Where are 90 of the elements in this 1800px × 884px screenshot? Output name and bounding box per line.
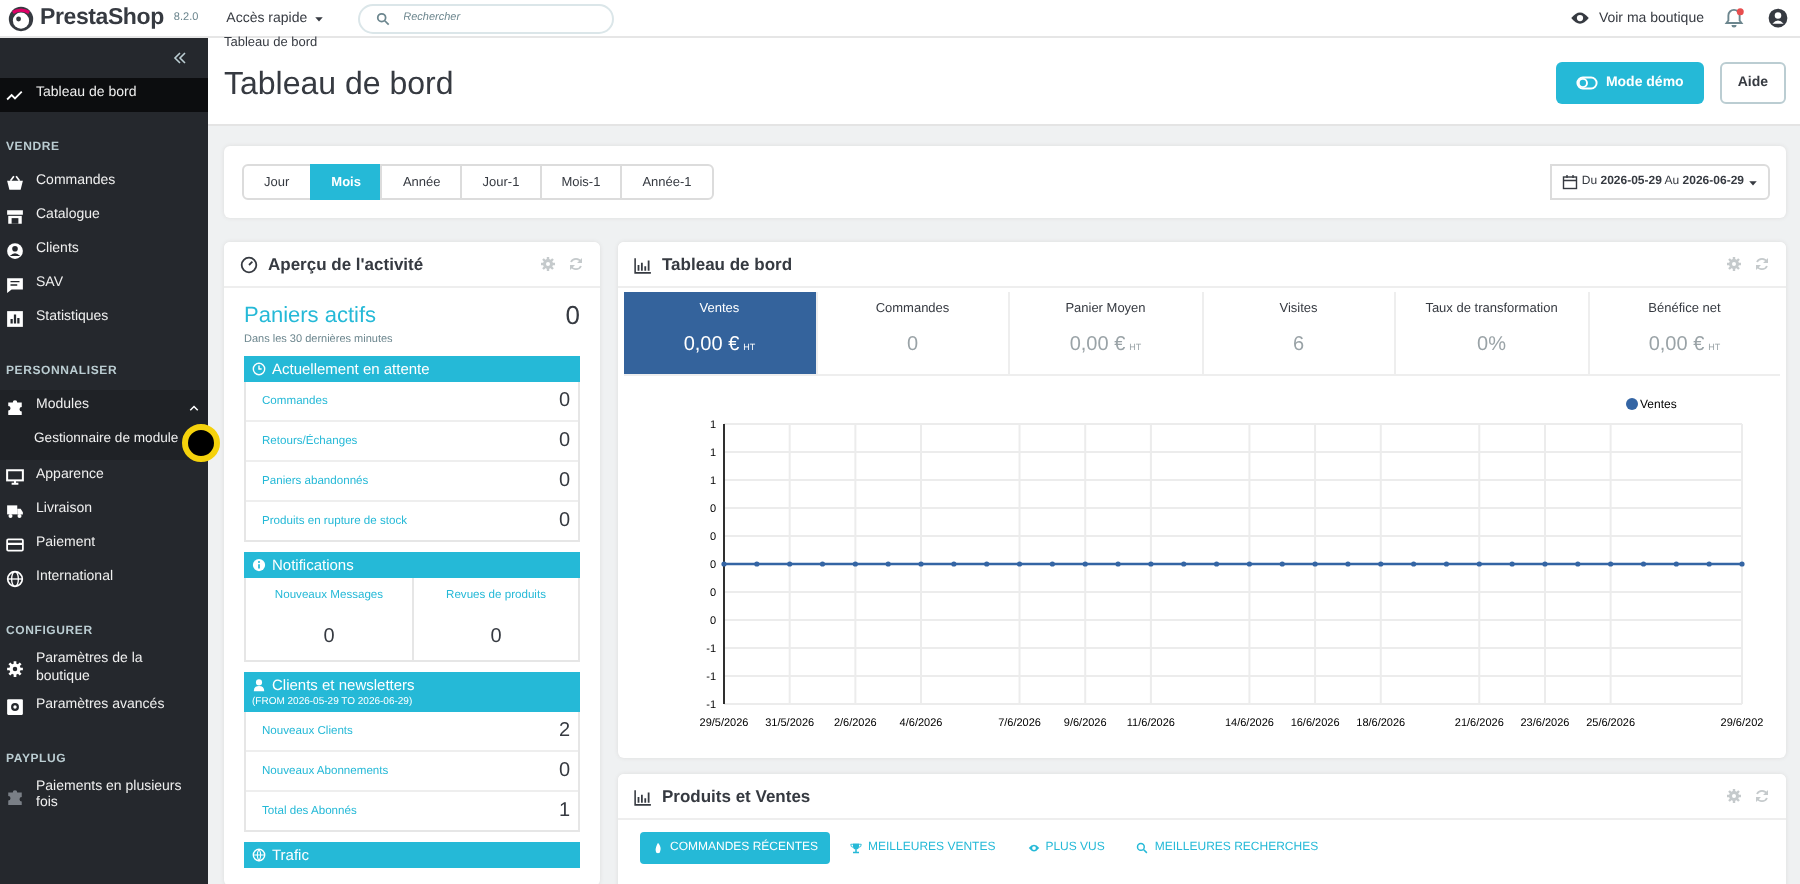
active-carts-count: 0 [565, 302, 580, 330]
search-icon [375, 11, 390, 25]
globe-icon [252, 848, 266, 862]
data-point [1378, 561, 1384, 567]
basket-icon [6, 174, 24, 192]
data-point [1509, 561, 1515, 567]
settings-icon[interactable] [540, 256, 556, 272]
caret-icon [313, 13, 324, 23]
store-icon [6, 208, 24, 226]
kpi-value: 6 [1292, 334, 1305, 356]
card-title: Tableau de bord [662, 254, 793, 274]
stat-value: 0 [558, 390, 570, 412]
kpi-value: 0% [1477, 334, 1506, 356]
click-indicator [182, 424, 220, 462]
stat-value: 2 [558, 720, 570, 742]
data-point [1049, 561, 1055, 567]
card-icon [6, 536, 24, 554]
refresh-icon[interactable] [1754, 788, 1770, 804]
data-point [1279, 561, 1285, 567]
data-point [1312, 561, 1318, 567]
refresh-icon[interactable] [568, 256, 584, 272]
globe-icon [6, 570, 24, 588]
data-point [1181, 561, 1187, 567]
data-point [1345, 561, 1351, 567]
data-point [1476, 561, 1482, 567]
settings-icon[interactable] [1726, 256, 1742, 272]
data-point [787, 561, 793, 567]
logo-icon [8, 5, 34, 31]
data-point [1214, 561, 1220, 567]
user-icon [252, 678, 266, 692]
stat-value: 1 [558, 800, 570, 822]
stat-value: 0 [323, 626, 335, 648]
bar-chart-icon [634, 787, 652, 805]
stat-value: 0 [558, 760, 570, 782]
data-point [1148, 561, 1154, 567]
stat-value: 0 [558, 470, 570, 492]
stat-value: 0 [490, 626, 502, 648]
data-point [721, 561, 727, 567]
collapse-icon[interactable] [172, 50, 188, 66]
data-point [1542, 561, 1548, 567]
calendar-icon [1561, 174, 1578, 190]
data-point [1673, 561, 1679, 567]
refresh-icon[interactable] [1754, 256, 1770, 272]
data-point [951, 561, 957, 567]
data-point [1411, 561, 1417, 567]
data-point [1443, 561, 1450, 567]
bar-chart-icon [634, 255, 652, 273]
bell-icon[interactable] [1724, 8, 1744, 28]
stat-value: 0 [558, 510, 570, 532]
kpi-value: 0 [906, 334, 919, 356]
eye-icon [1570, 8, 1591, 28]
data-point [852, 561, 858, 567]
data-point [1082, 561, 1088, 567]
trophy-icon [850, 842, 863, 854]
data-point [984, 561, 990, 567]
data-point [1115, 561, 1121, 567]
logo-text: PrestaShop [40, 6, 164, 30]
toggle-icon [1575, 72, 1598, 94]
data-point [1739, 561, 1745, 567]
page-title: Tableau de bord [224, 68, 454, 104]
settings-icon[interactable] [1726, 788, 1742, 804]
clock-icon [252, 362, 266, 376]
person-icon [6, 242, 24, 260]
eye-icon [1027, 842, 1040, 854]
data-point [885, 561, 891, 567]
data-point [1016, 561, 1023, 567]
card-title: Aperçu de l'activité [268, 254, 424, 274]
stat-value: 0 [558, 430, 570, 452]
data-point [754, 561, 760, 567]
puzzle-icon [6, 398, 24, 416]
data-point [1246, 561, 1252, 567]
bar-chart-icon [6, 310, 24, 328]
chevron-up-icon[interactable] [188, 401, 200, 413]
puzzle-icon [6, 787, 24, 806]
data-point [1575, 561, 1581, 567]
truck-icon [6, 502, 24, 520]
monitor-icon [6, 468, 24, 486]
data-point [918, 561, 924, 567]
data-point [1706, 561, 1712, 567]
info-icon [252, 558, 266, 572]
card-title: Produits et Ventes [662, 786, 811, 806]
gauge-icon [240, 255, 258, 273]
search-icon [1136, 842, 1149, 854]
account-icon[interactable] [1768, 8, 1788, 28]
chat-icon [6, 276, 24, 294]
trend-icon [6, 86, 24, 104]
caret-icon [1748, 177, 1758, 187]
data-point [1640, 561, 1647, 567]
data-point [1608, 561, 1614, 567]
data-point [819, 561, 826, 567]
